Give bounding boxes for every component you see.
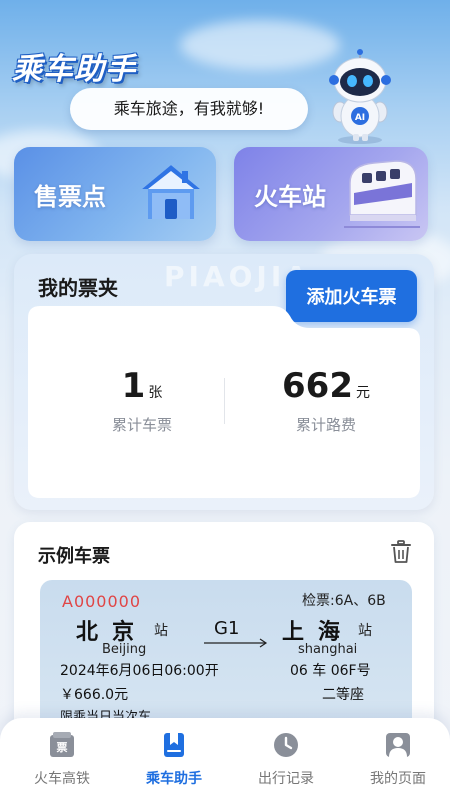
- trash-icon[interactable]: [390, 540, 412, 564]
- arrival-station-pinyin: shanghai: [298, 642, 358, 657]
- train-icon: [344, 160, 420, 228]
- robot-mascot-icon: AI: [329, 49, 391, 144]
- seat-number: 06 车 06F号: [290, 663, 371, 679]
- train-station-label: 火车站: [254, 183, 326, 211]
- train-number: G1: [214, 618, 240, 639]
- bottom-nav: 票 火车高铁 乘车助手 出行记录 我的页面: [0, 718, 450, 800]
- ticket-price: ￥666.0元: [60, 687, 129, 703]
- ticket-count-caption: 累计车票: [111, 416, 172, 434]
- robot-badge: AI: [355, 113, 365, 123]
- nav-label-my-page: 我的页面: [370, 771, 426, 787]
- total-fare-stat: 662 元 累计路费: [246, 366, 406, 435]
- app-title: 乘车助手: [12, 52, 136, 87]
- person-icon: [386, 733, 410, 757]
- ticket-count-stat: 1张 累计车票: [62, 366, 222, 435]
- arrival-station-suffix: 站: [358, 623, 372, 639]
- total-fare-caption: 累计路费: [295, 416, 356, 434]
- ticket-wallet-panel: PIAOJIA 我的票夹 添加火车票 1张 累计车票 662 元 累计路费: [14, 254, 434, 510]
- svg-text:票: 票: [57, 741, 68, 754]
- stat-divider: [224, 378, 225, 424]
- departure-station-suffix: 站: [154, 623, 168, 639]
- ticket-icon: 票: [50, 732, 74, 757]
- clock-icon: [274, 733, 298, 757]
- nav-item-my-page[interactable]: 我的页面: [348, 730, 448, 794]
- ticket-gate: 检票:6A、6B: [302, 593, 386, 609]
- nav-item-travel-records[interactable]: 出行记录: [236, 730, 336, 794]
- nav-item-trains[interactable]: 票 火车高铁: [12, 730, 112, 794]
- sample-ticket-title: 示例车票: [38, 546, 110, 567]
- ticket-count-unit: 张: [148, 385, 163, 401]
- arrow-right-icon: [204, 638, 268, 648]
- nav-label-travel-records: 出行记录: [258, 771, 314, 787]
- train-station-card[interactable]: 火车站: [234, 147, 428, 241]
- total-fare-value: 662: [282, 366, 353, 406]
- nav-item-assistant[interactable]: 乘车助手: [124, 730, 224, 794]
- seat-class: 二等座: [322, 687, 364, 703]
- ticket-number: A000000: [62, 592, 142, 611]
- nav-label-assistant: 乘车助手: [146, 771, 202, 787]
- house-icon: [142, 165, 200, 219]
- ticket-count-value: 1: [121, 366, 146, 406]
- slogan-bubble: 乘车旅途，有我就够!: [70, 88, 308, 130]
- bookmark-book-icon: [164, 733, 184, 757]
- departure-station-pinyin: Beijing: [102, 642, 147, 657]
- nav-label-trains: 火车高铁: [34, 771, 90, 787]
- departure-datetime: 2024年6月06日06:00开: [60, 663, 219, 679]
- ticket-office-card[interactable]: 售票点: [14, 147, 216, 241]
- ticket-office-label: 售票点: [34, 183, 106, 211]
- wallet-title: 我的票夹: [38, 276, 118, 300]
- sample-ticket-card[interactable]: A000000 检票:6A、6B 北京 站 Beijing G1 上海 站 sh…: [40, 580, 412, 730]
- total-fare-unit: 元: [355, 385, 370, 401]
